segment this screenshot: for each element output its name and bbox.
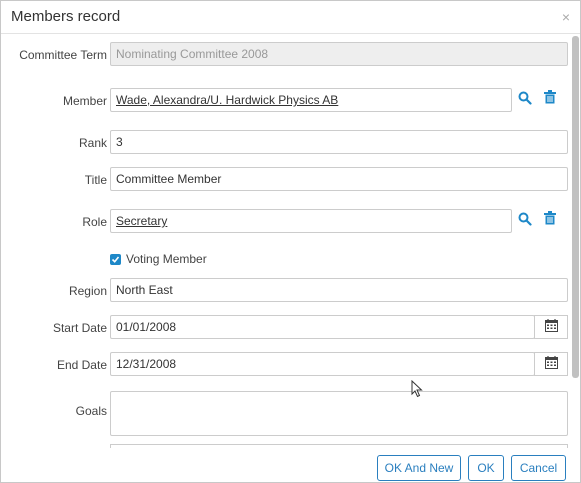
title-value: Committee Member bbox=[116, 172, 222, 186]
committee-term-value: Nominating Committee 2008 bbox=[116, 47, 269, 61]
region-value: North East bbox=[116, 283, 173, 297]
title-input[interactable]: Committee Member bbox=[110, 167, 568, 191]
start-date-label: Start Date bbox=[52, 321, 107, 335]
member-search-icon[interactable] bbox=[518, 91, 534, 107]
ok-and-new-button[interactable]: OK And New bbox=[377, 455, 461, 481]
voting-member-label: Voting Member bbox=[126, 252, 207, 266]
committee-term-field: Nominating Committee 2008 bbox=[110, 42, 568, 66]
end-date-label: End Date bbox=[56, 358, 107, 372]
close-icon[interactable]: × bbox=[562, 9, 570, 25]
rank-input[interactable]: 3 bbox=[110, 130, 568, 154]
rank-value: 3 bbox=[116, 135, 123, 149]
end-date-calendar-button[interactable] bbox=[534, 352, 568, 376]
title-label: Title bbox=[84, 173, 107, 187]
role-label: Role bbox=[82, 215, 107, 229]
goals-textarea[interactable] bbox=[110, 391, 568, 436]
region-label: Region bbox=[68, 284, 107, 298]
calendar-icon bbox=[544, 319, 558, 335]
voting-member-checkbox[interactable] bbox=[110, 254, 121, 265]
member-link[interactable]: Wade, Alexandra/U. Hardwick Physics AB bbox=[116, 93, 338, 107]
dialog-title: Members record bbox=[11, 8, 121, 25]
end-date-input[interactable]: 12/31/2008 bbox=[110, 352, 535, 376]
start-date-input[interactable]: 01/01/2008 bbox=[110, 315, 535, 339]
member-label: Member bbox=[62, 94, 107, 108]
rank-label: Rank bbox=[78, 136, 107, 150]
start-date-calendar-button[interactable] bbox=[534, 315, 568, 339]
ok-button[interactable]: OK bbox=[468, 455, 504, 481]
role-link[interactable]: Secretary bbox=[116, 214, 167, 228]
scrollbar-thumb[interactable] bbox=[572, 36, 579, 378]
mouse-cursor-icon bbox=[411, 379, 423, 401]
role-trash-icon[interactable] bbox=[544, 211, 560, 227]
members-record-dialog: Members record × Committee Term Nominati… bbox=[0, 0, 581, 483]
dialog-body: Committee Term Nominating Committee 2008… bbox=[1, 34, 571, 448]
end-date-value: 12/31/2008 bbox=[116, 357, 177, 371]
goals-label: Goals bbox=[75, 404, 107, 418]
member-trash-icon[interactable] bbox=[544, 90, 560, 106]
committee-term-label: Committee Term bbox=[19, 48, 107, 62]
member-field[interactable]: Wade, Alexandra/U. Hardwick Physics AB bbox=[110, 88, 512, 112]
dialog-scrollbar[interactable] bbox=[572, 34, 579, 448]
start-date-value: 01/01/2008 bbox=[116, 320, 177, 334]
role-field[interactable]: Secretary bbox=[110, 209, 512, 233]
calendar-icon bbox=[544, 356, 558, 372]
region-input[interactable]: North East bbox=[110, 278, 568, 302]
dialog-titlebar: Members record × bbox=[1, 1, 580, 34]
role-search-icon[interactable] bbox=[518, 212, 534, 228]
cancel-button[interactable]: Cancel bbox=[511, 455, 566, 481]
